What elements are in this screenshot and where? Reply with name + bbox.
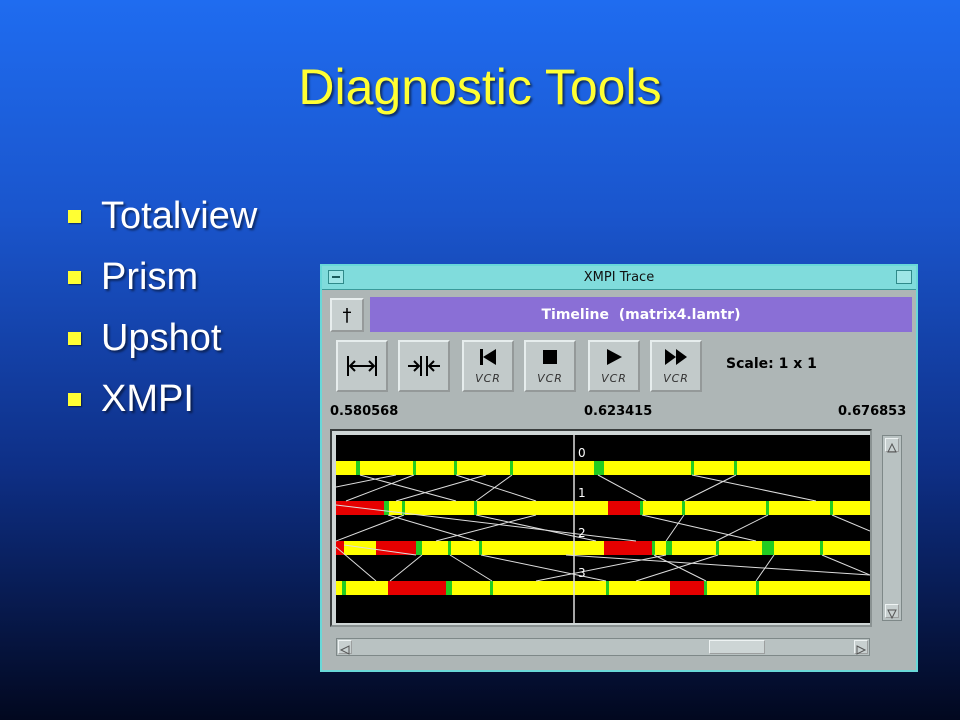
zoom-in-button[interactable]: [398, 340, 450, 392]
rank-2-bar: [336, 541, 870, 555]
vertical-scrollbar[interactable]: [882, 435, 902, 621]
vcr-rewind-button[interactable]: VCR: [462, 340, 514, 392]
timeline-canvas[interactable]: 0 1 2 3: [336, 435, 870, 623]
bullet-item-xmpi: XMPI: [68, 369, 257, 430]
vcr-label: VCR: [601, 372, 627, 385]
time-end-label: 0.676853: [838, 404, 907, 419]
bullet-square-icon: [68, 393, 81, 406]
window-title: XMPI Trace: [583, 270, 655, 285]
time-start-label: 0.580568: [330, 404, 399, 419]
rank-3-bar: [336, 581, 870, 595]
scroll-left-arrow-icon[interactable]: [338, 640, 352, 655]
rank-1-bar: [336, 501, 870, 515]
window-maximize-button[interactable]: [896, 270, 912, 284]
timeline-frame: 0 1 2 3: [330, 429, 872, 627]
horizontal-scrollbar[interactable]: [336, 638, 870, 656]
bullet-item-upshot: Upshot: [68, 308, 257, 369]
vcr-fast-forward-button[interactable]: VCR: [650, 340, 702, 392]
window-titlebar[interactable]: XMPI Trace: [322, 266, 916, 290]
scroll-right-arrow-icon[interactable]: [854, 640, 868, 655]
time-mid-label: 0.623415: [584, 404, 653, 419]
rank-0-bar: [336, 461, 870, 475]
zoom-out-button[interactable]: [336, 340, 388, 392]
bullet-text: Totalview: [101, 195, 258, 237]
horizontal-scroll-thumb[interactable]: [709, 640, 765, 654]
xmpi-trace-window: XMPI Trace † Timeline (matrix4.lamtr) VC…: [320, 264, 918, 672]
pin-button[interactable]: †: [330, 298, 364, 332]
bullet-text: Upshot: [101, 317, 222, 359]
scroll-down-arrow-icon[interactable]: [885, 604, 899, 620]
scale-label: Scale: 1 x 1: [726, 356, 817, 372]
vcr-play-button[interactable]: VCR: [588, 340, 640, 392]
slide-title: Diagnostic Tools: [298, 59, 662, 115]
bullet-item-prism: Prism: [68, 247, 257, 308]
rank-label: 0: [578, 446, 586, 460]
timeline-header: Timeline (matrix4.lamtr): [370, 297, 912, 332]
scroll-up-arrow-icon[interactable]: [885, 438, 899, 453]
zoom-in-icon: [408, 356, 440, 376]
vcr-label: VCR: [537, 372, 563, 385]
pushpin-icon: †: [342, 304, 352, 326]
bullet-square-icon: [68, 271, 81, 284]
zoom-out-icon: [347, 356, 377, 376]
vcr-label: VCR: [663, 372, 689, 385]
message-lines: [336, 474, 870, 582]
vcr-label: VCR: [475, 372, 501, 385]
rank-label: 3: [578, 566, 586, 580]
bullet-list: Totalview Prism Upshot XMPI: [68, 186, 257, 430]
rank-label: 2: [578, 526, 586, 540]
bullet-item-totalview: Totalview: [68, 186, 257, 247]
bullet-text: XMPI: [101, 378, 194, 420]
rank-label: 1: [578, 486, 586, 500]
bullet-square-icon: [68, 210, 81, 223]
vcr-stop-button[interactable]: VCR: [524, 340, 576, 392]
bullet-square-icon: [68, 332, 81, 345]
bullet-text: Prism: [101, 256, 199, 298]
